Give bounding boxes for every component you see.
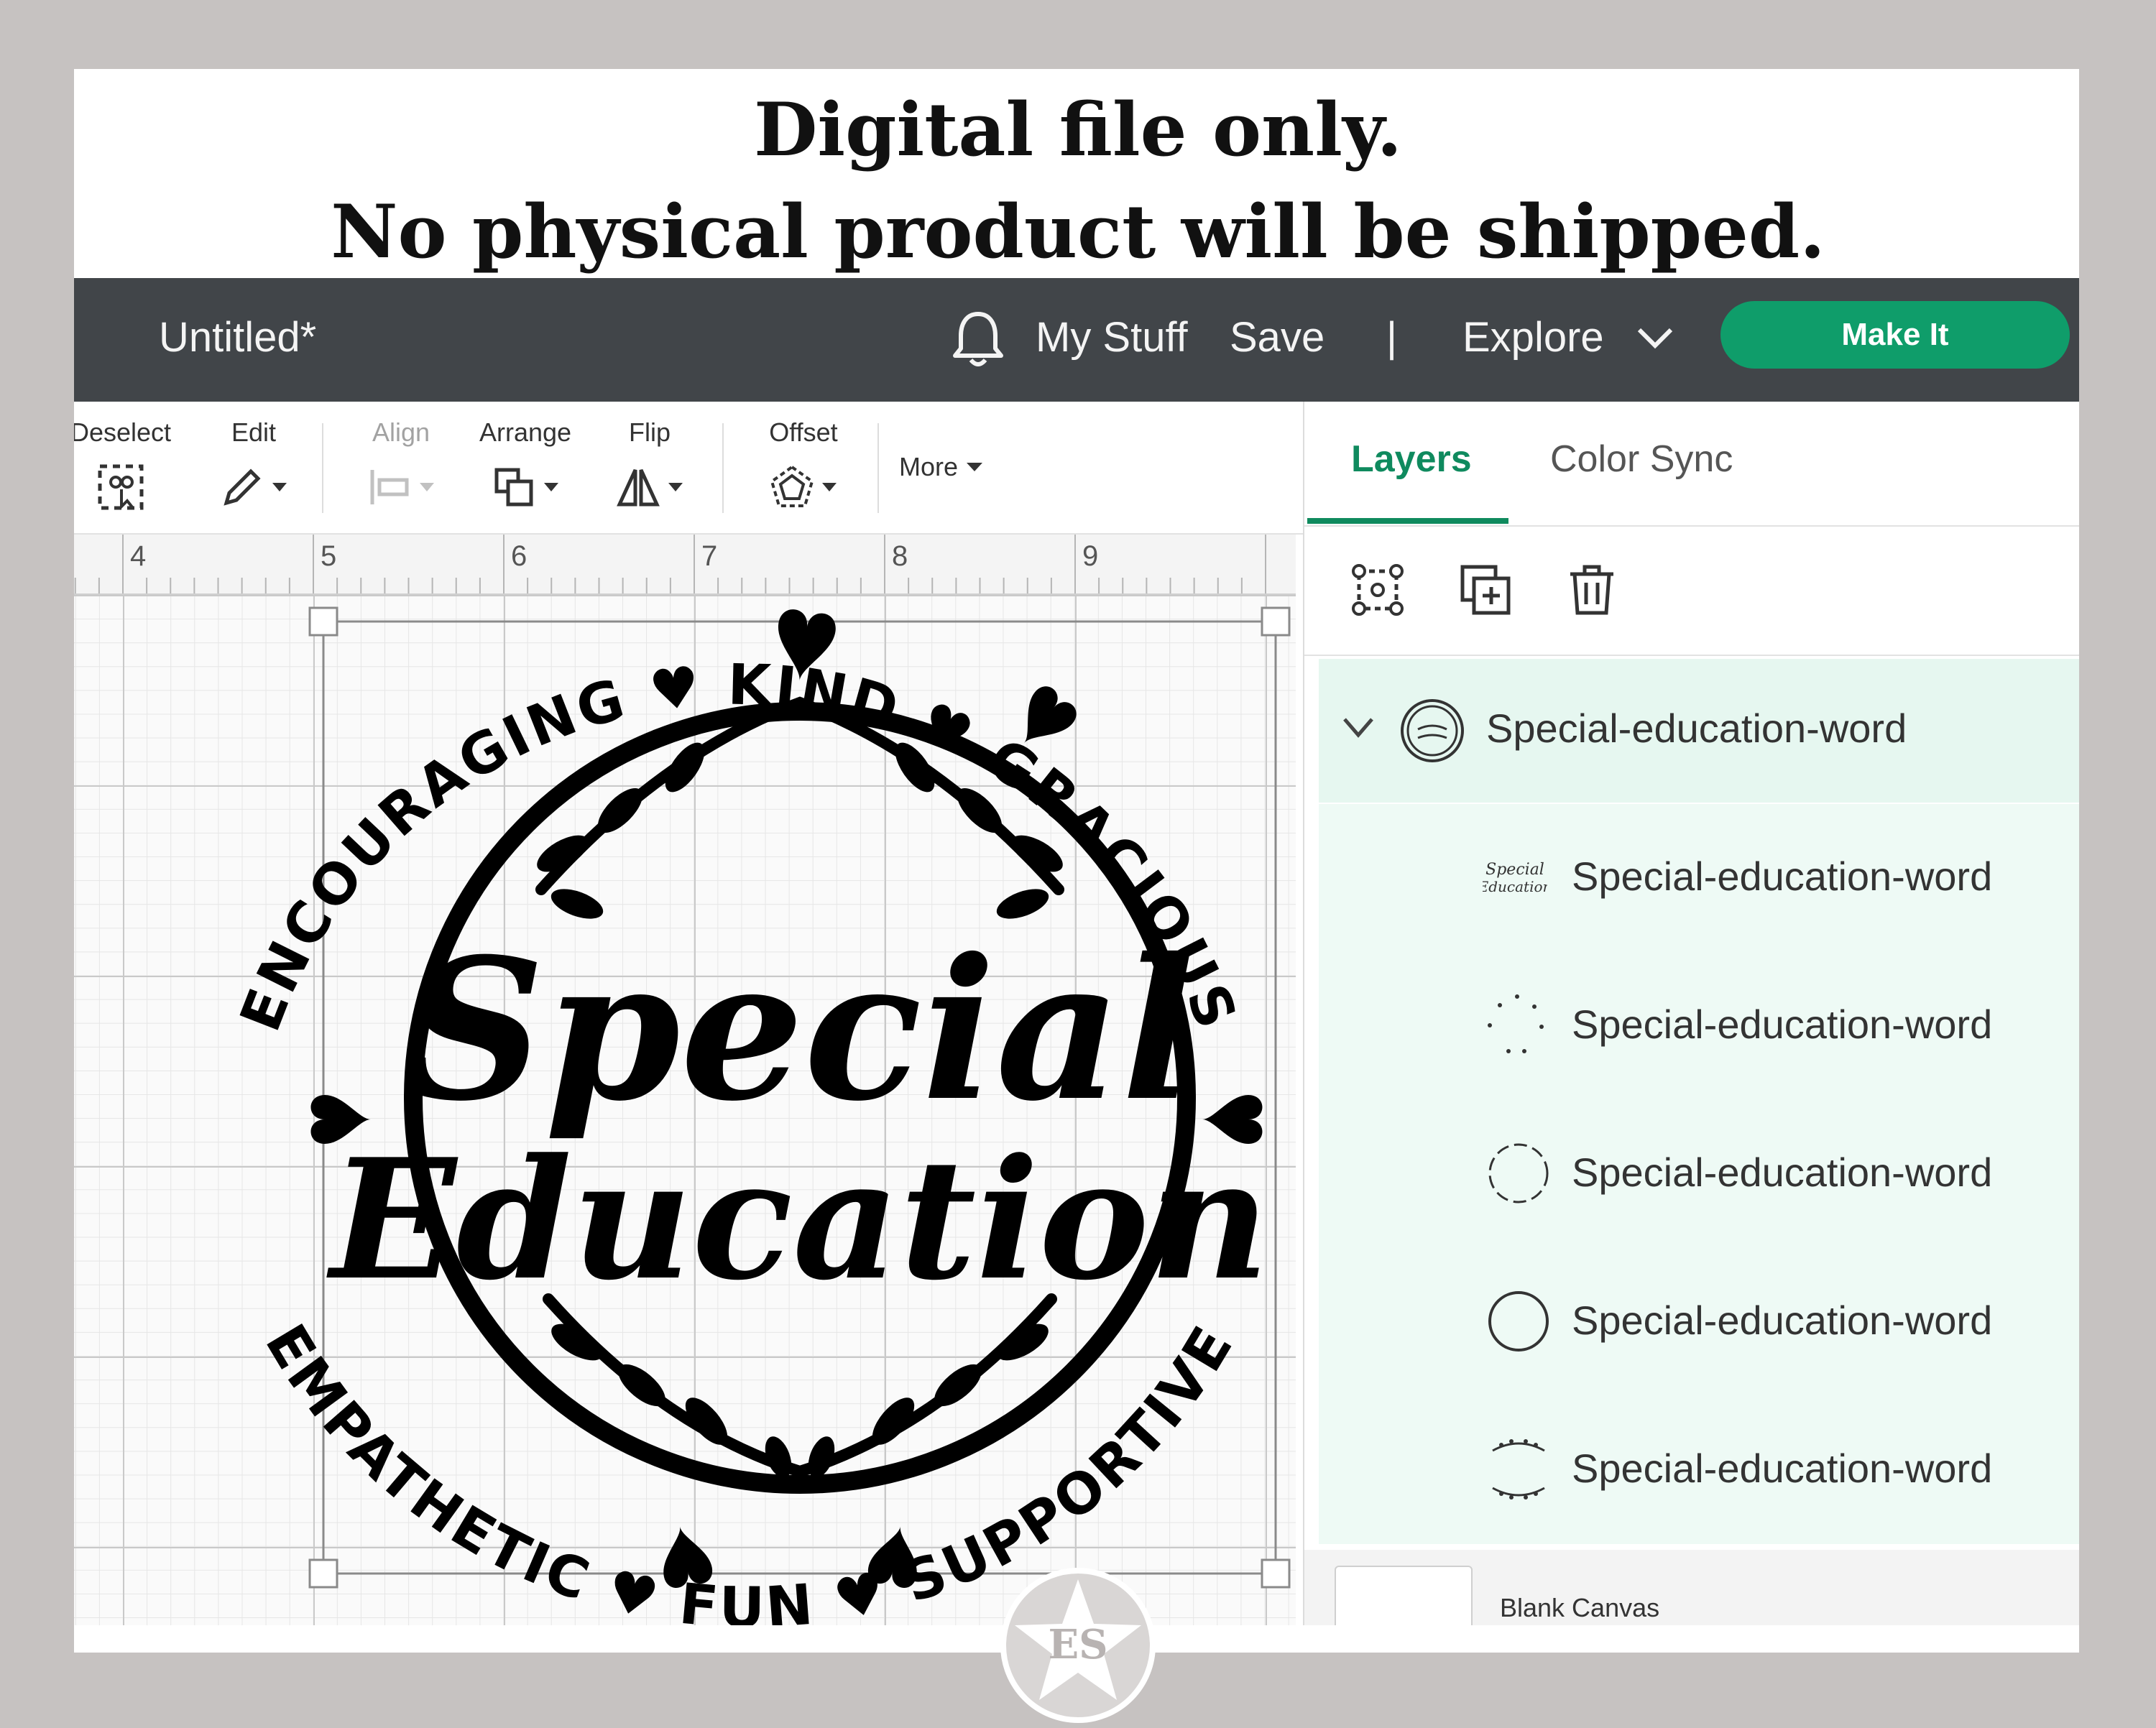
toolbar-separator	[877, 423, 879, 513]
selection-handle[interactable]	[308, 606, 338, 637]
deselect-tool[interactable]: Deselect	[74, 417, 175, 512]
laurel-bottom-leaves	[551, 1323, 1049, 1478]
layer-item[interactable]: Special-education-word	[1319, 1248, 2079, 1396]
ruler-label: 9	[1082, 540, 1099, 572]
deselect-icon	[74, 462, 175, 512]
svg-text:Education: Education	[1483, 878, 1547, 895]
arrange-icon	[468, 462, 583, 512]
toolbar-separator	[322, 423, 323, 513]
layer-group-row[interactable]: Special-education-word	[1319, 659, 2079, 803]
layer-item[interactable]: SpecialEducation Special-education-word	[1319, 804, 2079, 952]
arrange-tool[interactable]: Arrange	[468, 417, 583, 512]
selection-handle[interactable]	[1261, 606, 1291, 637]
svg-text:Special: Special	[1485, 861, 1544, 879]
blank-canvas-label: Blank Canvas	[1500, 1593, 1660, 1622]
layer-item[interactable]: Special-education-word	[1319, 1396, 2079, 1544]
chevron-down-icon[interactable]	[1634, 323, 1677, 354]
topbar-divider: |	[1386, 314, 1398, 361]
actions-divider	[1304, 655, 2079, 656]
ruler-label: 6	[511, 540, 528, 572]
bell-icon[interactable]	[949, 307, 1007, 371]
more-label: More	[899, 452, 959, 481]
offset-tool[interactable]: Offset	[750, 417, 857, 512]
edit-toolbar: Deselect Edit Align Arrange Flip Offset …	[74, 402, 1303, 535]
arrange-label: Arrange	[479, 417, 572, 447]
edit-label: Edit	[231, 417, 277, 447]
layer-name: Special-education-word	[1572, 854, 1993, 899]
dots-thumb-icon	[1483, 989, 1547, 1061]
make-it-button[interactable]: Make It	[1720, 301, 2070, 369]
group-icon[interactable]	[1349, 561, 1406, 619]
edit-tool[interactable]: Edit	[211, 417, 297, 512]
dashed-circle-thumb-icon	[1483, 1137, 1554, 1209]
group-thumb	[1396, 695, 1468, 767]
my-stuff-link[interactable]: My Stuff	[1036, 313, 1188, 363]
group-name: Special-education-word	[1486, 706, 1907, 751]
notice-line-2: No physical product will be shipped.	[331, 189, 1825, 275]
design-title-line2: Education	[326, 1123, 1270, 1317]
align-icon	[354, 462, 448, 512]
ruler-label: 4	[130, 540, 147, 572]
duplicate-icon[interactable]	[1457, 561, 1514, 619]
layer-name: Special-education-word	[1572, 1002, 1993, 1047]
blank-canvas-thumb	[1335, 1566, 1473, 1625]
tab-layers[interactable]: Layers	[1351, 438, 1472, 481]
layer-name: Special-education-word	[1572, 1446, 1993, 1491]
offset-icon	[750, 462, 857, 512]
toolbar-separator	[722, 423, 724, 513]
ruler-label: 5	[321, 540, 337, 572]
circle-thumb-icon	[1483, 1285, 1554, 1357]
pencil-icon	[211, 462, 297, 512]
ruler-label: 8	[892, 540, 908, 572]
selection-handle[interactable]	[308, 1558, 338, 1589]
explore-menu[interactable]: Explore	[1462, 313, 1604, 363]
layer-item[interactable]: Special-education-word	[1319, 952, 2079, 1100]
flip-icon	[603, 462, 696, 512]
deselect-label: Deselect	[74, 417, 172, 447]
design-canvas[interactable]: ENCOURAGING ♥ KIND ♥ GRACIOUS EMPATHETIC…	[74, 595, 1296, 1625]
more-menu[interactable]: More	[899, 452, 984, 482]
top-bar: Untitled* My Stuff Save | Explore Make I…	[74, 278, 2079, 402]
horizontal-ruler: 3456789	[74, 535, 1296, 595]
align-label: Align	[372, 417, 430, 447]
ruler-ticks	[74, 535, 1266, 593]
ruler-label: 7	[701, 540, 718, 572]
chevron-down-icon[interactable]	[1340, 713, 1376, 742]
es-star-watermark: ES	[999, 1566, 1157, 1724]
save-button[interactable]: Save	[1230, 313, 1325, 363]
watermark-text: ES	[1048, 1621, 1107, 1668]
trash-icon[interactable]	[1563, 561, 1621, 619]
layer-item[interactable]: Special-education-word	[1319, 1100, 2079, 1248]
tabs-divider	[1304, 525, 2079, 527]
layer-name: Special-education-word	[1572, 1298, 1993, 1343]
selection-handle[interactable]	[1261, 1558, 1291, 1589]
flip-tool[interactable]: Flip	[603, 417, 696, 512]
blank-canvas-row[interactable]: Blank Canvas	[1304, 1550, 2079, 1625]
offset-label: Offset	[769, 417, 838, 447]
align-tool[interactable]: Align	[354, 417, 448, 512]
layers-panel: Layers Color Sync Special-education-word…	[1303, 402, 2079, 1625]
flip-label: Flip	[628, 417, 671, 447]
caret-down-icon	[967, 463, 983, 471]
design-title-line1: Special	[405, 915, 1195, 1144]
tab-color-sync[interactable]: Color Sync	[1550, 438, 1733, 481]
script-text-thumb-icon: SpecialEducation	[1478, 856, 1552, 899]
notice-line-1: Digital file only.	[753, 87, 1403, 173]
active-tab-indicator	[1307, 518, 1508, 524]
design-artwork[interactable]: ENCOURAGING ♥ KIND ♥ GRACIOUS EMPATHETIC…	[74, 595, 1296, 1625]
laurel-thumb-icon	[1483, 1433, 1554, 1505]
project-title[interactable]: Untitled*	[159, 313, 316, 363]
layer-name: Special-education-word	[1572, 1150, 1993, 1195]
